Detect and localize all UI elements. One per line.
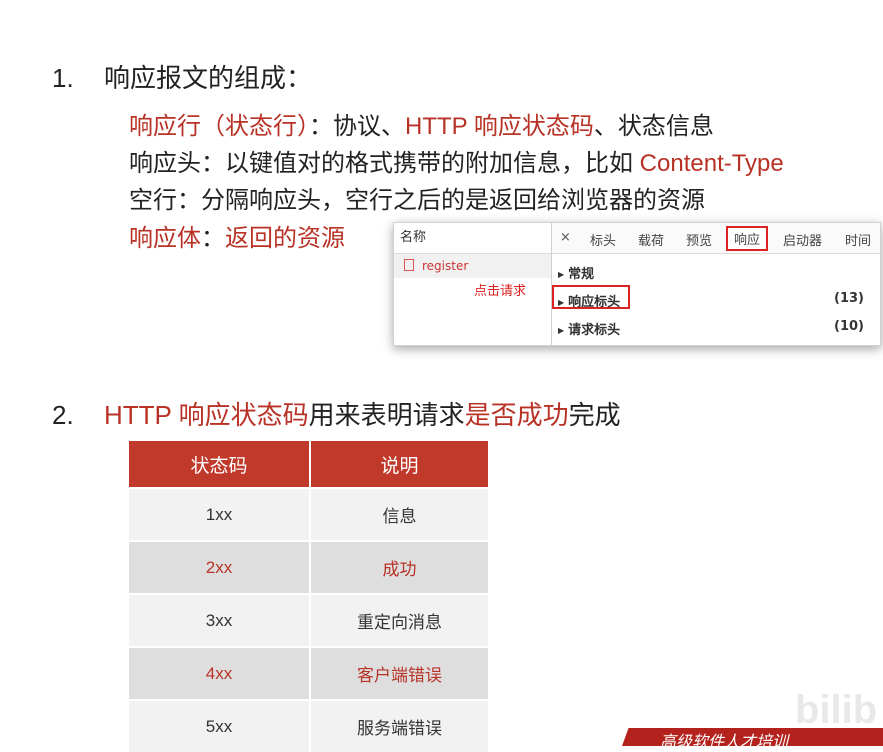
corner-banner-text: 高级软件人才培训 <box>660 734 789 751</box>
request-row[interactable]: register <box>394 254 551 278</box>
status-code-cell: 1xx <box>129 487 311 540</box>
line-response-body: 响应体：返回的资源 <box>129 218 345 253</box>
column-header-description: 说明 <box>311 441 488 487</box>
table-row: 1xx 信息 <box>129 487 488 540</box>
text-part: 响应行（状态行） <box>129 113 309 140</box>
request-details: × 标头 载荷 预览 响应 启动器 时间 ▶ 常规 ▶ 响应标头 (13) ▶ 请求标… <box>552 223 880 345</box>
text-part: 用来表明请求 <box>308 400 465 430</box>
request-headers-count: (10) <box>834 319 864 334</box>
table-row: 3xx 重定向消息 <box>129 593 488 646</box>
response-headers-count: (13) <box>834 291 864 306</box>
text-part: 完成 <box>568 400 621 430</box>
table-row: 4xx 客户端错误 <box>129 646 488 699</box>
section-general[interactable]: ▶ 常规 <box>558 263 594 282</box>
line-status-line: 响应行（状态行）：协议、HTTP 响应状态码、状态信息 <box>129 106 714 141</box>
section1-title: 响应报文的组成： <box>104 63 313 93</box>
tab-timing[interactable]: 时间 <box>845 230 871 249</box>
tab-payload[interactable]: 载荷 <box>638 230 664 249</box>
expand-triangle-icon: ▶ <box>558 326 565 335</box>
text-part: HTTP 响应状态码 <box>104 400 309 430</box>
expand-triangle-icon: ▶ <box>558 270 565 279</box>
status-code-cell: 4xx <box>129 646 311 699</box>
line-empty-line: 空行：分隔响应头，空行之后的是返回给浏览器的资源 <box>129 180 705 215</box>
request-list: 名称 register 点击请求 <box>394 223 552 345</box>
click-hint-label: 点击请求 <box>474 284 527 299</box>
text-part: Content-Type <box>639 150 784 177</box>
section-label: 响应标头 <box>568 295 621 310</box>
details-tabbar: × 标头 载荷 预览 响应 启动器 时间 <box>552 223 880 254</box>
column-header-code: 状态码 <box>129 441 311 487</box>
status-code-cell: 3xx <box>129 593 311 646</box>
text-part: HTTP 响应状态码 <box>405 113 594 140</box>
devtools-panel: 名称 register 点击请求 × 标头 载荷 预览 响应 启动器 时间 ▶ 常… <box>393 222 881 346</box>
section2-number: 2. <box>52 400 74 430</box>
bilibili-watermark: bilib <box>795 688 878 732</box>
section-request-headers[interactable]: ▶ 请求标头 <box>558 319 620 338</box>
description-cell: 成功 <box>311 540 488 593</box>
table-header-row: 状态码 说明 <box>129 441 488 487</box>
description-cell: 客户端错误 <box>311 646 488 699</box>
table-row: 2xx 成功 <box>129 540 488 593</box>
tab-headers[interactable]: 标头 <box>590 230 616 249</box>
description-cell: 信息 <box>311 487 488 540</box>
section1-heading: 1. 响应报文的组成： <box>52 58 312 95</box>
section2-heading: 2. HTTP 响应状态码用来表明请求是否成功完成 <box>52 395 621 432</box>
text-part: 响应体 <box>129 225 201 252</box>
status-code-cell: 5xx <box>129 699 311 752</box>
table-row: 5xx 服务端错误 <box>129 699 488 752</box>
section-response-headers[interactable]: ▶ 响应标头 <box>558 291 620 310</box>
name-column-header: 名称 <box>394 223 551 254</box>
tab-response[interactable]: 响应 <box>726 226 769 251</box>
status-code-cell: 2xx <box>129 540 311 593</box>
tab-initiator[interactable]: 启动器 <box>783 230 822 249</box>
text-part: 、状态信息 <box>593 113 714 140</box>
request-name: register <box>422 259 469 273</box>
section1-number: 1. <box>52 63 74 93</box>
tab-preview[interactable]: 预览 <box>686 230 712 249</box>
text-part: 响应头：以键值对的格式携带的附加信息，比如 <box>129 150 640 177</box>
document-icon <box>404 259 414 271</box>
close-icon[interactable]: × <box>560 230 571 245</box>
section-label: 请求标头 <box>568 323 621 338</box>
text-part: 是否成功 <box>464 400 569 430</box>
expand-triangle-icon: ▶ <box>558 298 565 307</box>
description-cell: 重定向消息 <box>311 593 488 646</box>
status-code-table: 状态码 说明 1xx 信息 2xx 成功 3xx 重定向消息 4xx 客户端错误… <box>129 441 488 752</box>
line-response-headers: 响应头：以键值对的格式携带的附加信息，比如 Content-Type <box>129 143 784 178</box>
text-part: 返回的资源 <box>225 225 345 252</box>
text-part: ：协议、 <box>309 113 405 140</box>
text-part: ： <box>201 225 225 252</box>
section-label: 常规 <box>568 267 595 282</box>
description-cell: 服务端错误 <box>311 699 488 752</box>
text-part: 空行：分隔响应头，空行之后的是返回给浏览器的资源 <box>129 187 705 214</box>
